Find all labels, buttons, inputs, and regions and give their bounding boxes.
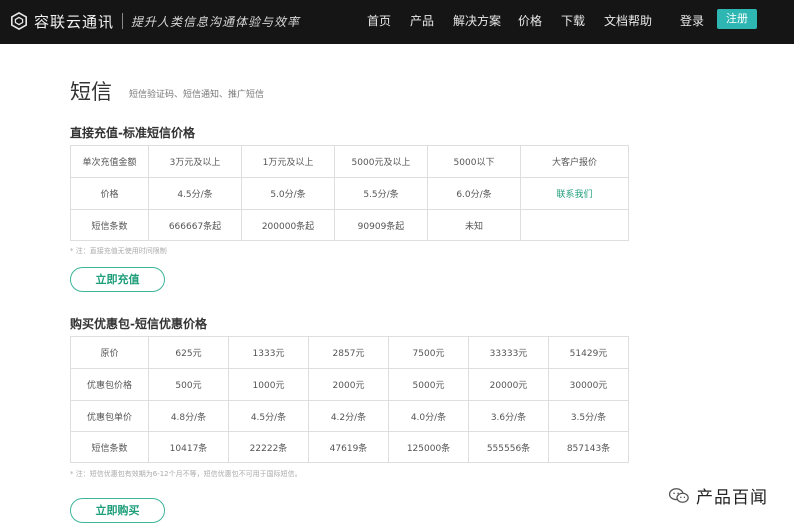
table-row: 短信条数 10417条 22222条 47619条 125000条 555556… xyxy=(70,431,629,463)
table-cell: 大客户报价 xyxy=(520,145,629,178)
table-cell: 4.0分/条 xyxy=(388,400,469,432)
table-cell: 33333元 xyxy=(468,336,549,369)
table-cell: 3.5分/条 xyxy=(548,400,629,432)
table-cell: 500元 xyxy=(148,368,229,401)
table-cell: 2857元 xyxy=(308,336,389,369)
direct-price-table: 单次充值金额 3万元及以上 1万元及以上 5000元及以上 5000以下 大客户… xyxy=(70,145,629,241)
table-cell: 短信条数 xyxy=(70,209,149,241)
buy-now-button[interactable]: 立即购买 xyxy=(70,498,165,523)
table-cell: 4.5分/条 xyxy=(148,177,242,210)
table-cell: 47619条 xyxy=(308,431,389,463)
table-cell: 125000条 xyxy=(388,431,469,463)
register-button[interactable]: 注册 xyxy=(717,9,757,29)
nav-pricing[interactable]: 价格 xyxy=(518,12,542,29)
table-cell: 5000元及以上 xyxy=(334,145,428,178)
hexagon-logo-icon xyxy=(10,12,28,30)
table-cell: 单次充值金额 xyxy=(70,145,149,178)
table-cell xyxy=(520,209,629,241)
recharge-now-button[interactable]: 立即充值 xyxy=(70,267,165,292)
brand-slogan: 提升人类信息沟通体验与效率 xyxy=(131,14,301,29)
table-cell: 90909条起 xyxy=(334,209,428,241)
table-cell: 51429元 xyxy=(548,336,629,369)
table-row: 价格 4.5分/条 5.0分/条 5.5分/条 6.0分/条 联系我们 xyxy=(70,177,629,210)
table-cell: 优惠包价格 xyxy=(70,368,149,401)
direct-recharge-note: * 注：直接充值无使用时间限制 xyxy=(70,247,167,255)
table-cell: 5.0分/条 xyxy=(241,177,335,210)
table-cell: 3.6分/条 xyxy=(468,400,549,432)
table-cell: 短信条数 xyxy=(70,431,149,463)
table-cell: 20000元 xyxy=(468,368,549,401)
table-row: 优惠包价格 500元 1000元 2000元 5000元 20000元 3000… xyxy=(70,368,629,401)
table-row: 优惠包单价 4.8分/条 4.5分/条 4.2分/条 4.0分/条 3.6分/条… xyxy=(70,400,629,432)
table-cell: 4.5分/条 xyxy=(228,400,309,432)
table-cell: 原价 xyxy=(70,336,149,369)
table-cell: 625元 xyxy=(148,336,229,369)
package-note: * 注：短信优惠包有效期为6-12个月不等，短信优惠包不可用于国际短信。 xyxy=(70,470,302,478)
table-cell: 5.5分/条 xyxy=(334,177,428,210)
nav-docs[interactable]: 文档帮助 xyxy=(604,12,652,29)
table-cell: 4.2分/条 xyxy=(308,400,389,432)
table-cell: 1000元 xyxy=(228,368,309,401)
watermark-text: 产品百闻 xyxy=(696,488,768,508)
table-cell: 200000条起 xyxy=(241,209,335,241)
table-row: 单次充值金额 3万元及以上 1万元及以上 5000元及以上 5000以下 大客户… xyxy=(70,145,629,178)
table-cell: 857143条 xyxy=(548,431,629,463)
table-cell: 6.0分/条 xyxy=(427,177,521,210)
table-cell: 5000以下 xyxy=(427,145,521,178)
table-cell: 10417条 xyxy=(148,431,229,463)
table-cell: 666667条起 xyxy=(148,209,242,241)
table-cell: 30000元 xyxy=(548,368,629,401)
table-cell: 22222条 xyxy=(228,431,309,463)
package-title: 购买优惠包-短信优惠价格 xyxy=(70,317,207,331)
brand-logo[interactable]: 容联云通讯 提升人类信息沟通体验与效率 xyxy=(10,10,300,32)
table-cell: 4.8分/条 xyxy=(148,400,229,432)
watermark: 产品百闻 xyxy=(668,483,768,508)
table-cell: 5000元 xyxy=(388,368,469,401)
package-price-table: 原价 625元 1333元 2857元 7500元 33333元 51429元 … xyxy=(70,336,629,463)
brand-name: 容联云通讯 xyxy=(34,12,115,31)
nav-home[interactable]: 首页 xyxy=(367,12,391,29)
table-cell: 未知 xyxy=(427,209,521,241)
direct-recharge-title: 直接充值-标准短信价格 xyxy=(70,126,195,140)
page-subtitle: 短信验证码、短信通知、推广短信 xyxy=(129,90,265,100)
table-cell: 7500元 xyxy=(388,336,469,369)
table-cell: 优惠包单价 xyxy=(70,400,149,432)
table-cell: 1万元及以上 xyxy=(241,145,335,178)
nav-products[interactable]: 产品 xyxy=(410,12,434,29)
wechat-icon xyxy=(668,487,689,503)
table-row: 原价 625元 1333元 2857元 7500元 33333元 51429元 xyxy=(70,336,629,369)
nav-download[interactable]: 下载 xyxy=(561,12,585,29)
table-cell: 1333元 xyxy=(228,336,309,369)
nav-solutions[interactable]: 解决方案 xyxy=(453,12,501,29)
table-row: 短信条数 666667条起 200000条起 90909条起 未知 xyxy=(70,209,629,241)
contact-us-link[interactable]: 联系我们 xyxy=(520,177,629,210)
logo-divider xyxy=(122,13,124,29)
table-cell: 555556条 xyxy=(468,431,549,463)
page-title: 短信 xyxy=(70,80,112,104)
top-navigation-bar: 容联云通讯 提升人类信息沟通体验与效率 首页 产品 解决方案 价格 下载 文档帮… xyxy=(0,0,794,44)
table-cell: 3万元及以上 xyxy=(148,145,242,178)
login-link[interactable]: 登录 xyxy=(680,12,704,29)
table-cell: 2000元 xyxy=(308,368,389,401)
table-cell: 价格 xyxy=(70,177,149,210)
